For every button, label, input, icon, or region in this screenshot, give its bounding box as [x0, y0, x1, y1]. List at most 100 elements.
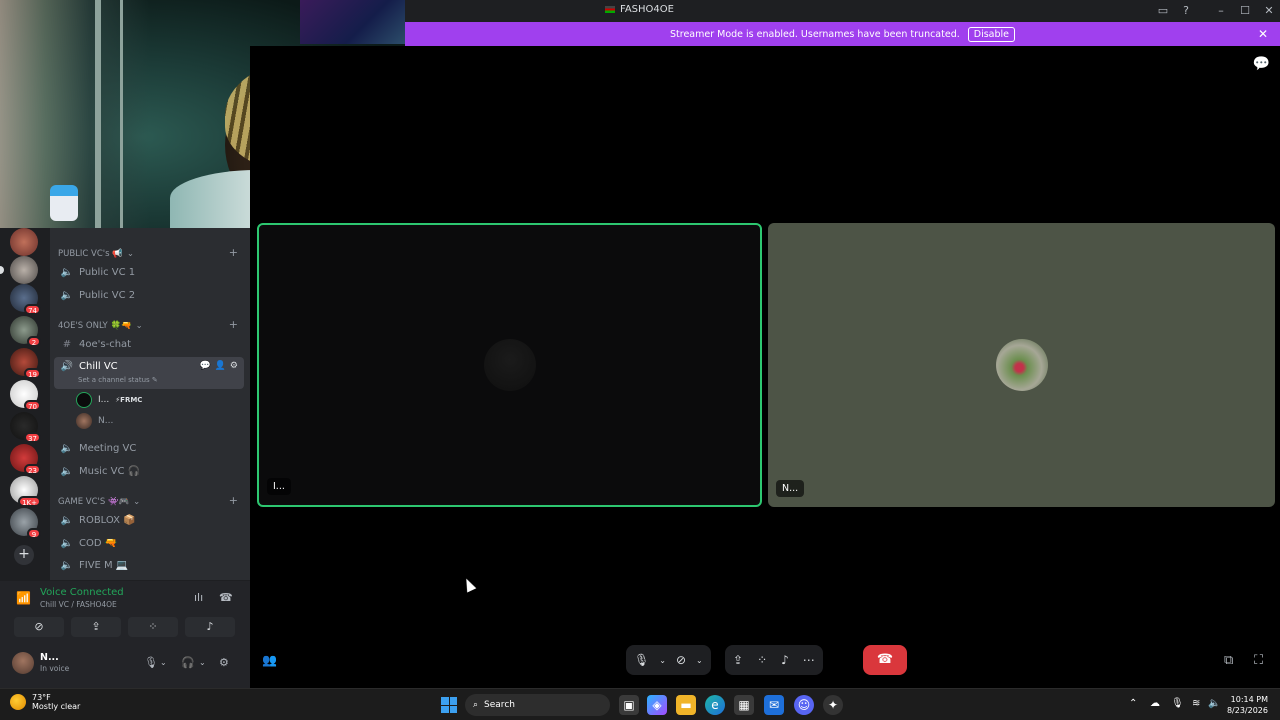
signal-icon[interactable]: 📶: [16, 591, 31, 605]
add-server-icon[interactable]: +: [14, 545, 34, 565]
copilot-icon[interactable]: ◈: [647, 695, 667, 715]
chevron-down-icon[interactable]: ⌄: [659, 656, 666, 665]
voice-status-title[interactable]: Voice Connected: [40, 587, 124, 598]
chevron-up-icon[interactable]: ⌃: [1129, 698, 1137, 709]
inbox-icon[interactable]: ▭: [1155, 3, 1171, 19]
server-icon[interactable]: 74: [10, 284, 41, 315]
screen-share-button[interactable]: ⇪: [71, 617, 121, 637]
app-icon[interactable]: ✦: [823, 695, 843, 715]
invite-member-icon[interactable]: 👤: [215, 361, 226, 371]
channel-meeting-vc[interactable]: 🔈 Meeting VC: [54, 438, 244, 458]
microphone-icon[interactable]: 🎙: [144, 656, 158, 669]
user-name[interactable]: N...: [40, 652, 59, 663]
server-icon[interactable]: 70: [10, 380, 41, 411]
gear-icon[interactable]: ⚙: [219, 656, 229, 669]
server-icon[interactable]: [0, 256, 38, 284]
channel-label: Public VC 2: [79, 289, 136, 301]
channel-cod[interactable]: 🔈 COD 🔫: [54, 533, 244, 553]
edge-icon[interactable]: e: [705, 695, 725, 715]
voice-stage: 💬 I... N... 👥 🎙 ⌄ ⊘ ⌄ ⇪ ⁘ ♪ ⋯ ☎ ⧉ ⛶: [250, 46, 1280, 688]
chat-bubble-icon[interactable]: 💬: [199, 361, 210, 371]
noise-suppression-icon[interactable]: ılı: [194, 591, 203, 604]
speaker-icon: 🔈: [60, 442, 74, 454]
disconnect-icon[interactable]: ☎: [219, 591, 233, 604]
server-badge: 70: [24, 400, 41, 411]
help-icon[interactable]: ?: [1178, 3, 1194, 19]
maximize-button[interactable]: ☐: [1237, 3, 1253, 19]
file-explorer-icon[interactable]: ▬: [676, 695, 696, 715]
voice-location[interactable]: Chill VC / FASHO4OE: [40, 600, 117, 609]
member-tag: ⚡FRMC: [115, 396, 143, 404]
windows-start-icon[interactable]: [439, 695, 459, 715]
server-icon[interactable]: 2: [10, 316, 41, 347]
participant-label: I...: [267, 478, 291, 495]
channel-music-vc[interactable]: 🔈 Music VC 🎧: [54, 461, 244, 481]
chat-icon[interactable]: 💬: [1253, 56, 1270, 72]
participant-tile[interactable]: N...: [768, 223, 1275, 507]
task-view-icon[interactable]: ▣: [619, 695, 639, 715]
server-badge: 2: [27, 336, 41, 347]
voice-member[interactable]: I... ⚡FRMC: [76, 392, 142, 408]
activities-icon[interactable]: ⁘: [757, 653, 767, 667]
camera-off-button[interactable]: ⊘: [14, 617, 64, 637]
gear-icon[interactable]: ⚙: [230, 361, 238, 371]
add-channel-icon[interactable]: +: [229, 318, 238, 331]
category-4oes-only[interactable]: 4OE'S ONLY 🍀🔫 ⌄: [58, 321, 143, 331]
mail-icon[interactable]: ✉: [764, 695, 784, 715]
server-icon[interactable]: 19: [10, 348, 41, 379]
server-icon[interactable]: 23: [10, 444, 41, 475]
weather-widget[interactable]: 73°F Mostly clear: [10, 693, 80, 711]
more-options-icon[interactable]: ⋯: [803, 653, 815, 667]
close-window-button[interactable]: ✕: [1261, 3, 1277, 19]
close-banner-icon[interactable]: ✕: [1258, 27, 1268, 41]
add-channel-icon[interactable]: +: [229, 246, 238, 259]
microphone-tray-icon[interactable]: 🎙: [1171, 698, 1184, 709]
disconnect-call-button[interactable]: ☎: [863, 645, 907, 675]
channel-status[interactable]: Set a channel status ✎: [78, 376, 158, 384]
server-icon[interactable]: 1K+: [10, 476, 41, 507]
microphone-icon[interactable]: 🎙: [634, 653, 649, 667]
voice-member[interactable]: N...: [76, 413, 113, 429]
clock[interactable]: 10:14 PM 8/23/2026: [1227, 694, 1268, 716]
chevron-down-icon: ⌄: [133, 497, 141, 507]
volume-icon[interactable]: 🔈: [1208, 698, 1220, 709]
category-public-vcs[interactable]: PUBLIC VC's 📢 ⌄: [58, 249, 134, 259]
fullscreen-icon[interactable]: ⛶: [1254, 653, 1263, 668]
popout-icon[interactable]: ⧉: [1224, 653, 1233, 668]
participant-avatar: [483, 339, 536, 391]
screen-share-icon[interactable]: ⇪: [733, 653, 743, 667]
server-icon[interactable]: 37: [10, 412, 41, 443]
onedrive-icon[interactable]: ☁: [1150, 698, 1160, 709]
channel-chill-vc[interactable]: 🔊 Chill VC Set a channel status ✎ 💬 👤 ⚙: [54, 357, 244, 389]
headphones-icon[interactable]: 🎧: [181, 656, 195, 669]
activity-control-group: ⇪ ⁘ ♪ ⋯: [725, 645, 823, 675]
chevron-down-icon[interactable]: ⌄: [160, 658, 167, 667]
invite-people-icon[interactable]: 👥: [262, 653, 277, 667]
participant-tile-speaking[interactable]: I...: [257, 223, 762, 507]
channel-public-vc-2[interactable]: 🔈 Public VC 2: [54, 285, 244, 305]
activities-button[interactable]: ⁘: [128, 617, 178, 637]
avatar: [76, 413, 92, 429]
disable-streamer-mode-button[interactable]: Disable: [967, 26, 1015, 42]
wifi-icon[interactable]: ≋: [1192, 698, 1200, 709]
minimize-button[interactable]: –: [1213, 3, 1229, 19]
chevron-down-icon[interactable]: ⌄: [696, 656, 703, 665]
avatar[interactable]: [12, 652, 34, 674]
add-channel-icon[interactable]: +: [229, 494, 238, 507]
channel-4oes-chat[interactable]: #4oe's-chat: [54, 334, 244, 354]
chevron-down-icon[interactable]: ⌄: [199, 658, 206, 667]
soundboard-icon[interactable]: ♪: [781, 653, 789, 667]
discord-icon[interactable]: ☺: [794, 695, 814, 715]
channel-public-vc-1[interactable]: 🔈 Public VC 1: [54, 262, 244, 282]
store-icon[interactable]: ▦: [734, 695, 754, 715]
server-icon[interactable]: [10, 228, 38, 256]
camera-off-icon[interactable]: ⊘: [676, 653, 686, 667]
channel-label: Chill VC: [79, 361, 118, 372]
channel-five-m[interactable]: 🔈 FIVE M 💻: [54, 555, 244, 575]
webcam-tv: [300, 0, 405, 44]
taskbar-search[interactable]: ⌕ Search: [465, 694, 610, 716]
server-icon[interactable]: 9: [10, 508, 41, 539]
soundboard-button[interactable]: ♪: [185, 617, 235, 637]
category-game-vcs[interactable]: GAME VC'S 👾🎮 ⌄: [58, 497, 140, 507]
channel-roblox[interactable]: 🔈 ROBLOX 📦: [54, 510, 244, 530]
